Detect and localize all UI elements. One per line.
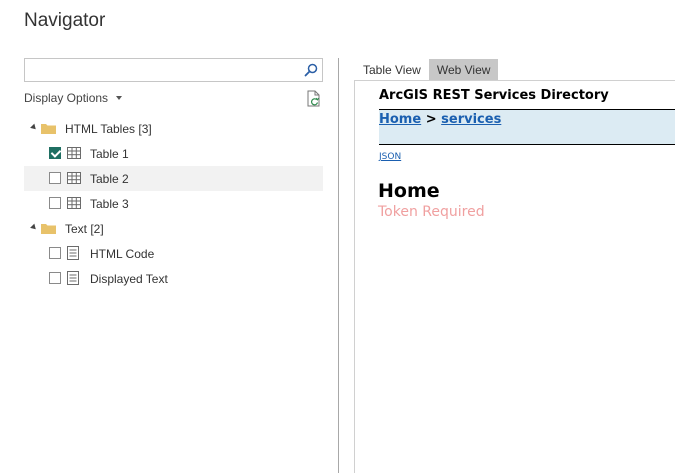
- folder-icon: [41, 124, 56, 134]
- tree-item-displayed-text[interactable]: Displayed Text: [24, 266, 323, 291]
- table-3-checkbox[interactable]: [49, 197, 61, 209]
- preview-page-heading: Home: [378, 180, 440, 202]
- tree-item-label: Table 2: [90, 171, 129, 186]
- tree-item-table-2[interactable]: Table 2: [24, 166, 323, 191]
- tree-item-table-1[interactable]: Table 1: [24, 141, 323, 166]
- tree-item-html-code[interactable]: HTML Code: [24, 241, 323, 266]
- breadcrumb: Home > services: [379, 110, 675, 144]
- json-link[interactable]: JSON: [379, 152, 401, 162]
- divider: [379, 144, 675, 145]
- tree-item-label: HTML Code: [90, 246, 155, 261]
- html-code-checkbox[interactable]: [49, 247, 61, 259]
- caret-down-icon: [116, 96, 123, 100]
- pane-splitter[interactable]: [338, 58, 339, 473]
- text-document-icon: [67, 271, 79, 285]
- expand-triangle-icon[interactable]: [30, 123, 38, 132]
- displayed-text-checkbox[interactable]: [49, 272, 61, 284]
- tree-group-html-tables[interactable]: HTML Tables [3]: [24, 116, 323, 141]
- tree-item-label: Displayed Text: [90, 271, 168, 286]
- table-icon: [67, 197, 81, 209]
- token-required-message: Token Required: [378, 204, 485, 220]
- search-icon[interactable]: [304, 63, 318, 77]
- search-input[interactable]: [25, 59, 295, 81]
- folder-icon: [41, 224, 56, 234]
- breadcrumb-home-link[interactable]: Home: [379, 112, 421, 127]
- display-options-label: Display Options: [24, 91, 109, 105]
- tree-group-text[interactable]: Text [2]: [24, 216, 323, 241]
- preview-pane: ArcGIS REST Services Directory Home > se…: [354, 80, 675, 473]
- text-document-icon: [67, 246, 79, 260]
- table-2-checkbox[interactable]: [49, 172, 61, 184]
- display-options-dropdown[interactable]: Display Options: [24, 91, 123, 105]
- tab-web-view[interactable]: Web View: [428, 59, 499, 81]
- table-1-checkbox[interactable]: [49, 147, 61, 159]
- tree-item-label: Table 3: [90, 196, 129, 211]
- table-icon: [67, 172, 81, 184]
- refresh-icon[interactable]: [306, 90, 322, 108]
- tree-group-label: Text [2]: [65, 221, 104, 236]
- expand-triangle-icon[interactable]: [30, 223, 38, 232]
- tree-item-table-3[interactable]: Table 3: [24, 191, 323, 216]
- tree-item-label: Table 1: [90, 146, 129, 161]
- page-title: Navigator: [24, 10, 106, 31]
- navigator-tree: HTML Tables [3] Table 1 Table 2 Table 3 …: [24, 116, 323, 291]
- preview-tabs: Table View Web View: [355, 59, 499, 81]
- table-icon: [67, 147, 81, 159]
- breadcrumb-services-link[interactable]: services: [441, 112, 501, 127]
- tree-group-label: HTML Tables [3]: [65, 121, 152, 136]
- breadcrumb-separator: >: [425, 112, 437, 127]
- search-box[interactable]: [24, 58, 323, 82]
- tab-table-view[interactable]: Table View: [355, 59, 429, 81]
- preview-heading: ArcGIS REST Services Directory: [379, 88, 609, 103]
